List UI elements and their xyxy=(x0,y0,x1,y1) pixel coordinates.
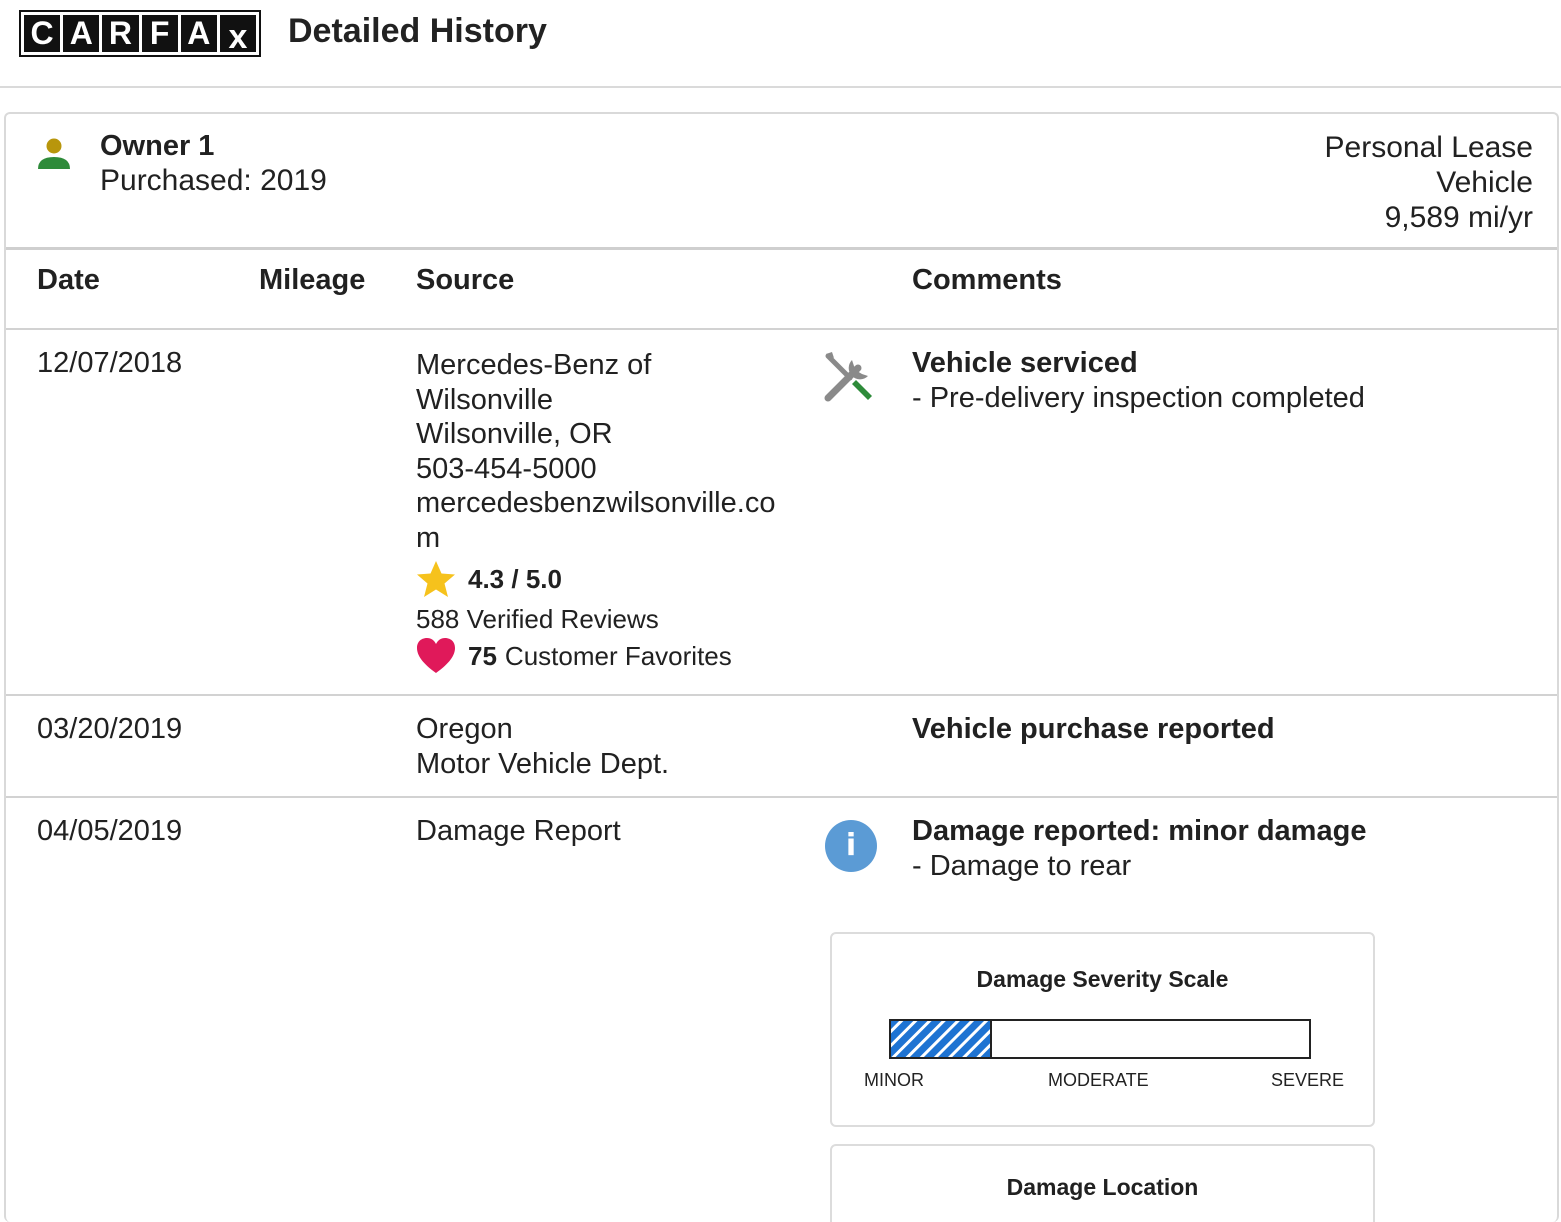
comment-detail: - Pre-delivery inspection completed xyxy=(912,382,1365,414)
column-header-source: Source xyxy=(416,264,515,296)
source-line: Mercedes-Benz of xyxy=(416,349,652,381)
logo-letter: x xyxy=(219,15,257,56)
favorites-count: 75 xyxy=(468,640,497,671)
column-header-comments: Comments xyxy=(912,264,1062,296)
person-icon xyxy=(38,138,70,169)
favorites-label: Customer Favorites xyxy=(504,640,732,671)
owner-history-card: Owner 1 Purchased: 2019 Personal Lease V… xyxy=(4,112,1559,1222)
row-date: 04/05/2019 xyxy=(37,815,183,847)
source-line: Wilsonville xyxy=(416,383,553,416)
damage-location-panel: Damage Location xyxy=(830,1144,1375,1222)
damage-severity-title: Damage Severity Scale xyxy=(976,966,1229,992)
damage-severity-panel: Damage Severity Scale MINOR MODERATE SEV… xyxy=(830,932,1375,1127)
logo-letter: C xyxy=(24,15,61,52)
row-source[interactable]: Mercedes-Benz of Wilsonville Wilsonville… xyxy=(416,348,816,555)
row-date: 03/20/2019 xyxy=(37,713,183,745)
star-icon xyxy=(417,561,455,597)
owner-type-line: Vehicle xyxy=(1436,166,1533,199)
source-line: Motor Vehicle Dept. xyxy=(416,747,670,780)
comment-detail: - Damage to rear xyxy=(912,850,1132,882)
column-header-date: Date xyxy=(37,264,100,296)
column-header-mileage: Mileage xyxy=(259,264,366,296)
page-header: C A R F A x Detailed History xyxy=(0,0,1561,88)
comment-title: Damage reported: minor damage xyxy=(912,815,1367,847)
dealer-rating[interactable]: 4.3 / 5.0 xyxy=(416,559,562,599)
logo-letter: A xyxy=(180,15,217,52)
severity-label-minor: MINOR xyxy=(864,1070,924,1090)
source-line: Wilsonville, OR xyxy=(416,418,613,450)
severity-label-moderate: MODERATE xyxy=(1048,1070,1149,1090)
source-line: Oregon xyxy=(416,713,513,745)
source-website[interactable]: mercedesbenzwilsonville.co xyxy=(416,486,816,521)
owner-type-line: Personal Lease xyxy=(1324,131,1533,164)
comment-title: Vehicle purchase reported xyxy=(912,713,1275,745)
divider xyxy=(6,328,1557,330)
source-website[interactable]: m xyxy=(416,521,816,556)
row-source: Oregon Motor Vehicle Dept. xyxy=(416,712,669,781)
rating-value: 4.3 / 5.0 xyxy=(468,563,562,594)
divider xyxy=(6,796,1557,798)
carfax-logo[interactable]: C A R F A x xyxy=(19,10,261,57)
heart-icon xyxy=(417,638,455,673)
logo-letter: A xyxy=(63,15,100,52)
owner-purchased: Purchased: 2019 xyxy=(100,164,327,197)
damage-severity-bar xyxy=(889,1019,1311,1059)
logo-letter: F xyxy=(141,15,178,52)
damage-location-title: Damage Location xyxy=(1006,1174,1199,1200)
info-icon[interactable]: i xyxy=(825,820,877,872)
severity-label-severe: SEVERE xyxy=(1271,1070,1345,1090)
source-phone[interactable]: 503-454-5000 xyxy=(416,452,816,487)
owner-title: Owner 1 xyxy=(100,130,215,162)
page-title: Detailed History xyxy=(288,12,547,50)
owner-type: Personal Lease Vehicle 9,589 mi/yr xyxy=(1325,130,1533,235)
verified-reviews[interactable]: 588 Verified Reviews xyxy=(416,604,659,635)
divider xyxy=(6,694,1557,696)
comment-title: Vehicle serviced xyxy=(912,347,1138,379)
customer-favorites: 75 Customer Favorites xyxy=(416,636,732,676)
owner-usage: 9,589 mi/yr xyxy=(1384,201,1533,234)
logo-letter: R xyxy=(102,15,139,52)
severity-fill xyxy=(889,1019,992,1059)
owner-summary-bar: Owner 1 Purchased: 2019 Personal Lease V… xyxy=(6,114,1557,250)
wrench-screwdriver-icon xyxy=(824,352,872,402)
row-source: Damage Report xyxy=(416,815,621,847)
row-date: 12/07/2018 xyxy=(37,347,183,379)
